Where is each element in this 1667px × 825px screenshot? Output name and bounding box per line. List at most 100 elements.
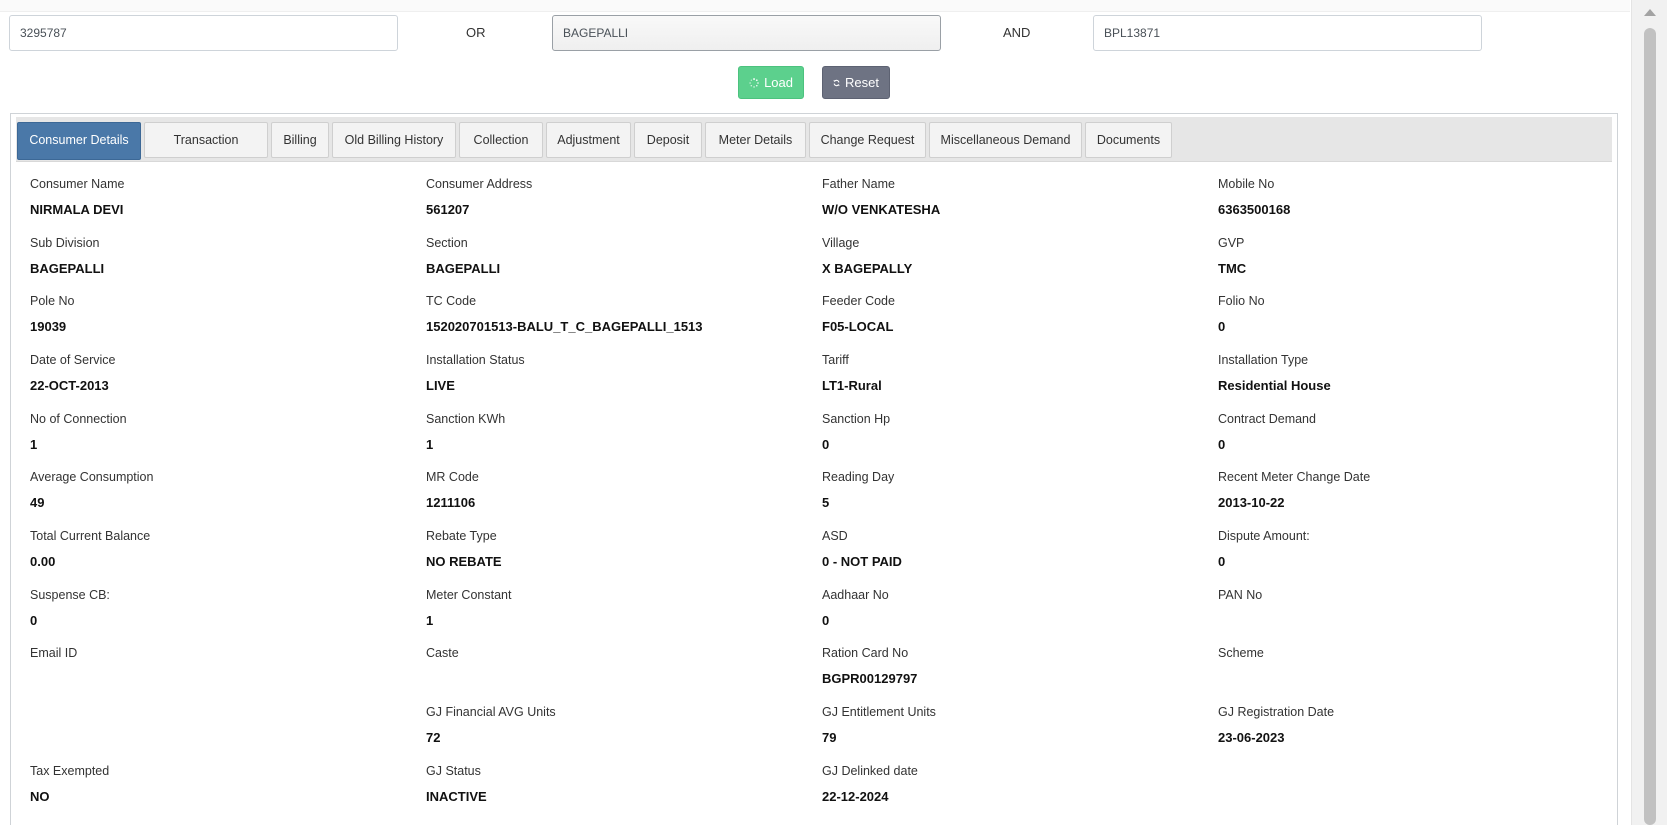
and-label: AND <box>1003 25 1031 40</box>
field-village: Village X BAGEPALLY <box>822 234 912 278</box>
field-value <box>1218 670 1264 688</box>
field-label: Village <box>822 236 860 250</box>
rr-number-input[interactable] <box>1093 15 1482 51</box>
field-value: 0 <box>1218 554 1226 569</box>
field-label: GVP <box>1218 236 1245 250</box>
field-ration-card-no: Ration Card No BGPR00129797 <box>822 644 917 688</box>
field-reading-day: Reading Day 5 <box>822 468 894 512</box>
subdivision-input[interactable] <box>552 15 941 51</box>
field-tariff: Tariff LT1-Rural <box>822 351 882 395</box>
field-section: Section BAGEPALLI <box>426 234 500 278</box>
field-value: 2013-10-22 <box>1218 495 1285 510</box>
field-label: Father Name <box>822 177 895 191</box>
field-label: Contract Demand <box>1218 412 1316 426</box>
tab-miscellaneous-demand[interactable]: Miscellaneous Demand <box>929 122 1082 158</box>
field-value: 72 <box>426 730 441 745</box>
field-value: BGPR00129797 <box>822 671 918 686</box>
field-consumer-name: Consumer Name NIRMALA DEVI <box>30 175 124 219</box>
field-value: LIVE <box>426 378 455 393</box>
field-label: Suspense CB: <box>30 588 110 602</box>
field-suspense-cb: Suspense CB: 0 <box>30 586 110 630</box>
field-no-of-connection: No of Connection 1 <box>30 410 127 454</box>
field-consumer-address: Consumer Address 561207 <box>426 175 532 219</box>
tab-documents[interactable]: Documents <box>1085 122 1172 158</box>
field-gj-status: GJ Status INACTIVE <box>426 762 487 806</box>
field-pan-no: PAN No <box>1218 586 1262 630</box>
field-label: Rebate Type <box>426 529 497 543</box>
load-button[interactable]: Load <box>738 66 804 99</box>
search-row: OR AND <box>0 15 1630 51</box>
field-label: Tariff <box>822 353 849 367</box>
field-value: 79 <box>822 730 837 745</box>
field-label: GJ Delinked date <box>822 764 918 778</box>
account-id-input[interactable] <box>9 15 398 51</box>
field-label: Caste <box>426 646 459 660</box>
field-value: 0 <box>822 437 830 452</box>
field-value: BAGEPALLI <box>30 261 105 276</box>
field-value: X BAGEPALLY <box>822 261 913 276</box>
field-mr-code: MR Code 1211106 <box>426 468 479 512</box>
field-asd: ASD 0 - NOT PAID <box>822 527 902 571</box>
field-value: 0 - NOT PAID <box>822 554 902 569</box>
field-label: Feeder Code <box>822 294 895 308</box>
field-value: 6363500168 <box>1218 202 1291 217</box>
tab-old-billing-history[interactable]: Old Billing History <box>332 122 456 158</box>
field-average-consumption: Average Consumption 49 <box>30 468 153 512</box>
field-label: Meter Constant <box>426 588 512 602</box>
field-label: Sub Division <box>30 236 100 250</box>
tab-adjustment[interactable]: Adjustment <box>546 122 631 158</box>
field-label: Consumer Name <box>30 177 125 191</box>
field-label: GJ Registration Date <box>1218 705 1335 719</box>
field-value <box>426 670 459 688</box>
field-label: Consumer Address <box>426 177 533 191</box>
field-label: Aadhaar No <box>822 588 889 602</box>
reset-button[interactable]: Reset <box>822 66 890 99</box>
field-installation-type: Installation Type Residential House <box>1218 351 1331 395</box>
scrollbar-thumb[interactable] <box>1644 28 1656 825</box>
field-label: Sanction Hp <box>822 412 891 426</box>
tab-change-request[interactable]: Change Request <box>809 122 926 158</box>
field-sanction-kwh: Sanction KWh 1 <box>426 410 505 454</box>
field-label: Installation Status <box>426 353 525 367</box>
tab-deposit[interactable]: Deposit <box>634 122 702 158</box>
field-label: Sanction KWh <box>426 412 506 426</box>
vertical-scrollbar[interactable] <box>1631 0 1667 825</box>
field-value: NO <box>30 789 50 804</box>
field-label: GJ Financial AVG Units <box>426 705 556 719</box>
tab-billing[interactable]: Billing <box>271 122 329 158</box>
field-value: 49 <box>30 495 45 510</box>
tab-meter-details[interactable]: Meter Details <box>705 122 806 158</box>
field-value: 23-06-2023 <box>1218 730 1285 745</box>
tab-consumer-details[interactable]: Consumer Details <box>17 122 141 160</box>
field-value: F05-LOCAL <box>822 319 894 334</box>
field-value: 0 <box>1218 319 1226 334</box>
field-label: Ration Card No <box>822 646 909 660</box>
field-caste: Caste <box>426 644 459 688</box>
field-value: 0 <box>1218 437 1226 452</box>
field-contract-demand: Contract Demand 0 <box>1218 410 1316 454</box>
field-value: 1 <box>30 437 38 452</box>
field-recent-meter-change-date: Recent Meter Change Date 2013-10-22 <box>1218 468 1370 512</box>
tab-collection[interactable]: Collection <box>459 122 543 158</box>
field-value: 561207 <box>426 202 470 217</box>
field-total-current-balance: Total Current Balance 0.00 <box>30 527 150 571</box>
field-label: No of Connection <box>30 412 127 426</box>
tab-transaction[interactable]: Transaction <box>144 122 268 158</box>
field-value: NO REBATE <box>426 554 502 569</box>
field-label: Total Current Balance <box>30 529 151 543</box>
scroll-up-arrow-icon[interactable] <box>1644 9 1656 16</box>
field-value: TMC <box>1218 261 1247 276</box>
field-value <box>1218 612 1262 630</box>
field-label: Date of Service <box>30 353 116 367</box>
field-email-id: Email ID <box>30 644 77 688</box>
field-label: GJ Entitlement Units <box>822 705 936 719</box>
field-label: Dispute Amount: <box>1218 529 1310 543</box>
field-value: Residential House <box>1218 378 1331 393</box>
field-value: 1211106 <box>426 495 476 510</box>
or-label: OR <box>466 25 486 40</box>
field-label: MR Code <box>426 470 479 484</box>
field-value: W/O VENKATESHA <box>822 202 941 217</box>
field-value: 0 <box>30 613 38 628</box>
top-strip <box>0 0 1630 12</box>
refresh-icon <box>833 79 840 86</box>
